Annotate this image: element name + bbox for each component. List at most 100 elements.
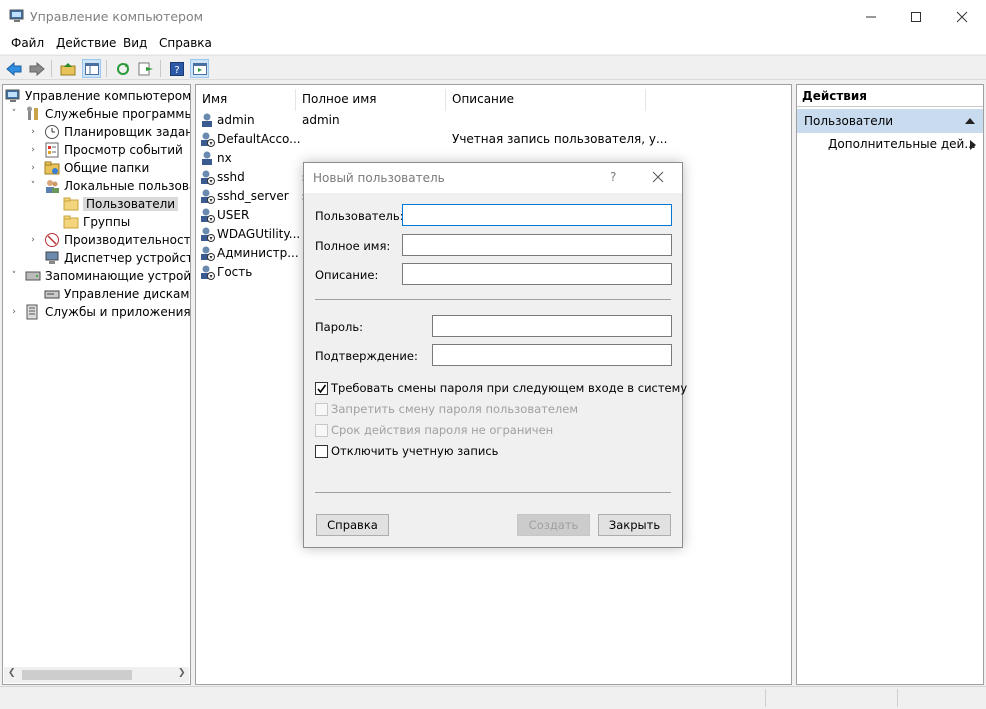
more-actions-label: Дополнительные дей... [828,137,976,151]
menu-view[interactable]: Вид [123,36,147,50]
expand-chevron-icon[interactable]: › [28,163,38,173]
checkbox-label: Требовать смены пароля при следующем вхо… [331,381,688,395]
up-level-button[interactable] [58,59,77,78]
checkbox-box[interactable] [315,423,328,437]
tree-item-root[interactable]: Управление компьютером (л [5,87,191,105]
show-tree-button[interactable] [82,59,101,78]
storage-icon [25,271,41,281]
require-password-change-checkbox[interactable]: Требовать смены пароля при следующем вхо… [315,381,687,395]
refresh-button[interactable] [113,59,132,78]
console-tree: Управление компьютером (л ˅ Служебные пр… [2,84,191,685]
tree-item-label: Управление дисками [64,287,191,301]
title-bar: Управление компьютером [0,0,986,33]
create-button[interactable]: Создать [517,514,590,536]
tree-item-services-apps[interactable]: › Службы и приложения [9,303,190,321]
tree-item-shared-folders[interactable]: › Общие папки [28,159,149,177]
collapse-chevron-icon[interactable]: ˅ [9,109,19,119]
table-row[interactable]: USER [199,205,249,224]
table-row[interactable]: Гость [199,262,252,281]
tree-item-label: Управление компьютером (л [25,89,191,103]
minimize-button[interactable] [848,0,894,33]
tree-item-performance[interactable]: › Производительность [28,231,190,249]
collapse-triangle-icon[interactable] [965,117,975,124]
performance-icon [45,233,59,247]
close-dialog-button[interactable]: Закрыть [598,514,671,536]
expand-chevron-icon[interactable]: › [28,127,38,137]
table-row[interactable]: sshd [199,167,245,186]
help-icon: ? [169,61,184,76]
password-input[interactable] [432,315,672,337]
fullname-input[interactable] [402,234,672,256]
export-list-button[interactable] [136,59,155,78]
prevent-password-change-checkbox[interactable]: Запретить смену пароля пользователем [315,402,578,416]
toolbar-separator [160,60,161,77]
table-row[interactable]: WDAGUtility... [199,224,300,243]
tree-item-disk-management[interactable]: Управление дисками [44,285,191,303]
show-action-pane-button[interactable] [190,59,209,78]
expand-chevron-icon[interactable]: › [28,145,38,155]
table-row[interactable]: Администр... [199,243,299,262]
user-description: Учетная запись пользователя, у... [452,132,668,146]
clock-icon [45,125,59,139]
actions-group-users[interactable]: Пользователи [797,109,983,133]
services-icon [26,304,38,320]
expand-chevron-icon[interactable]: › [9,307,19,317]
tree-item-task-scheduler[interactable]: › Планировщик заданий [28,123,190,141]
forward-button[interactable] [27,59,46,78]
checkbox-box[interactable] [315,381,328,395]
new-user-dialog: Новый пользователь ? Пользователь: Полно… [303,162,687,548]
tree-item-local-users[interactable]: ˅ Локальные пользовате [28,177,190,195]
tree-item-users[interactable]: Пользователи [63,195,179,213]
minimize-icon [866,16,876,17]
horizontal-scrollbar[interactable]: ❮ ❯ [4,667,189,683]
tree-item-system-tools[interactable]: ˅ Служебные программы [9,105,190,123]
more-actions-item[interactable]: Дополнительные дей... [828,137,976,151]
username-input[interactable] [402,204,672,226]
tree-item-label: Пользователи [83,197,179,211]
checkbox-label: Запретить смену пароля пользователем [331,402,579,416]
confirm-label: Подтверждение: [315,349,418,363]
tree-item-storage[interactable]: ˅ Запоминающие устройст [9,267,190,285]
menu-action[interactable]: Действие [56,36,116,50]
table-row[interactable]: nx [199,148,232,167]
svg-text:?: ? [174,65,179,76]
maximize-button[interactable] [893,0,939,33]
disable-account-checkbox[interactable]: Отключить учетную запись [315,444,498,458]
status-bar [0,686,986,709]
forward-arrow-icon [29,61,45,76]
tree-item-event-viewer[interactable]: › Просмотр событий [28,141,183,159]
collapse-chevron-icon[interactable]: ˅ [28,181,38,191]
menu-file[interactable]: Файл [11,36,44,50]
expand-chevron-icon[interactable]: › [28,235,38,245]
password-never-expires-checkbox[interactable]: Срок действия пароля не ограничен [315,423,553,437]
dialog-help-button[interactable]: ? [610,170,616,184]
dialog-close-icon[interactable] [652,171,664,183]
back-button[interactable] [4,59,23,78]
column-header-description[interactable]: Описание [446,89,646,111]
help-dialog-button[interactable]: Справка [316,514,389,536]
table-row[interactable]: DefaultAcco... [199,129,301,148]
column-header-name[interactable]: Имя [196,89,296,111]
description-input[interactable] [402,263,672,285]
tree-item-device-manager[interactable]: Диспетчер устройств [44,249,190,267]
scrollbar-thumb[interactable] [22,670,132,680]
close-button[interactable] [939,0,985,33]
scroll-left-arrow-icon[interactable]: ❮ [8,668,16,678]
user-icon [202,151,212,165]
menu-help[interactable]: Справка [159,36,212,50]
scroll-right-arrow-icon[interactable]: ❯ [178,668,186,678]
confirm-password-input[interactable] [432,344,672,366]
user-fullname: admin [302,113,340,127]
table-row[interactable]: admin [199,110,255,129]
help-button[interactable]: ? [167,59,186,78]
submenu-arrow-icon [970,140,976,150]
table-row[interactable]: sshd_server [199,186,289,205]
checkbox-box[interactable] [315,402,328,416]
column-header-fullname[interactable]: Полное имя [296,89,446,111]
user-label: Пользователь: [315,209,404,223]
shared-folder-icon [44,161,60,175]
collapse-chevron-icon[interactable]: ˅ [9,271,19,281]
folder-up-icon [60,62,75,75]
tree-item-groups[interactable]: Группы [63,213,130,231]
checkbox-box[interactable] [315,444,328,458]
